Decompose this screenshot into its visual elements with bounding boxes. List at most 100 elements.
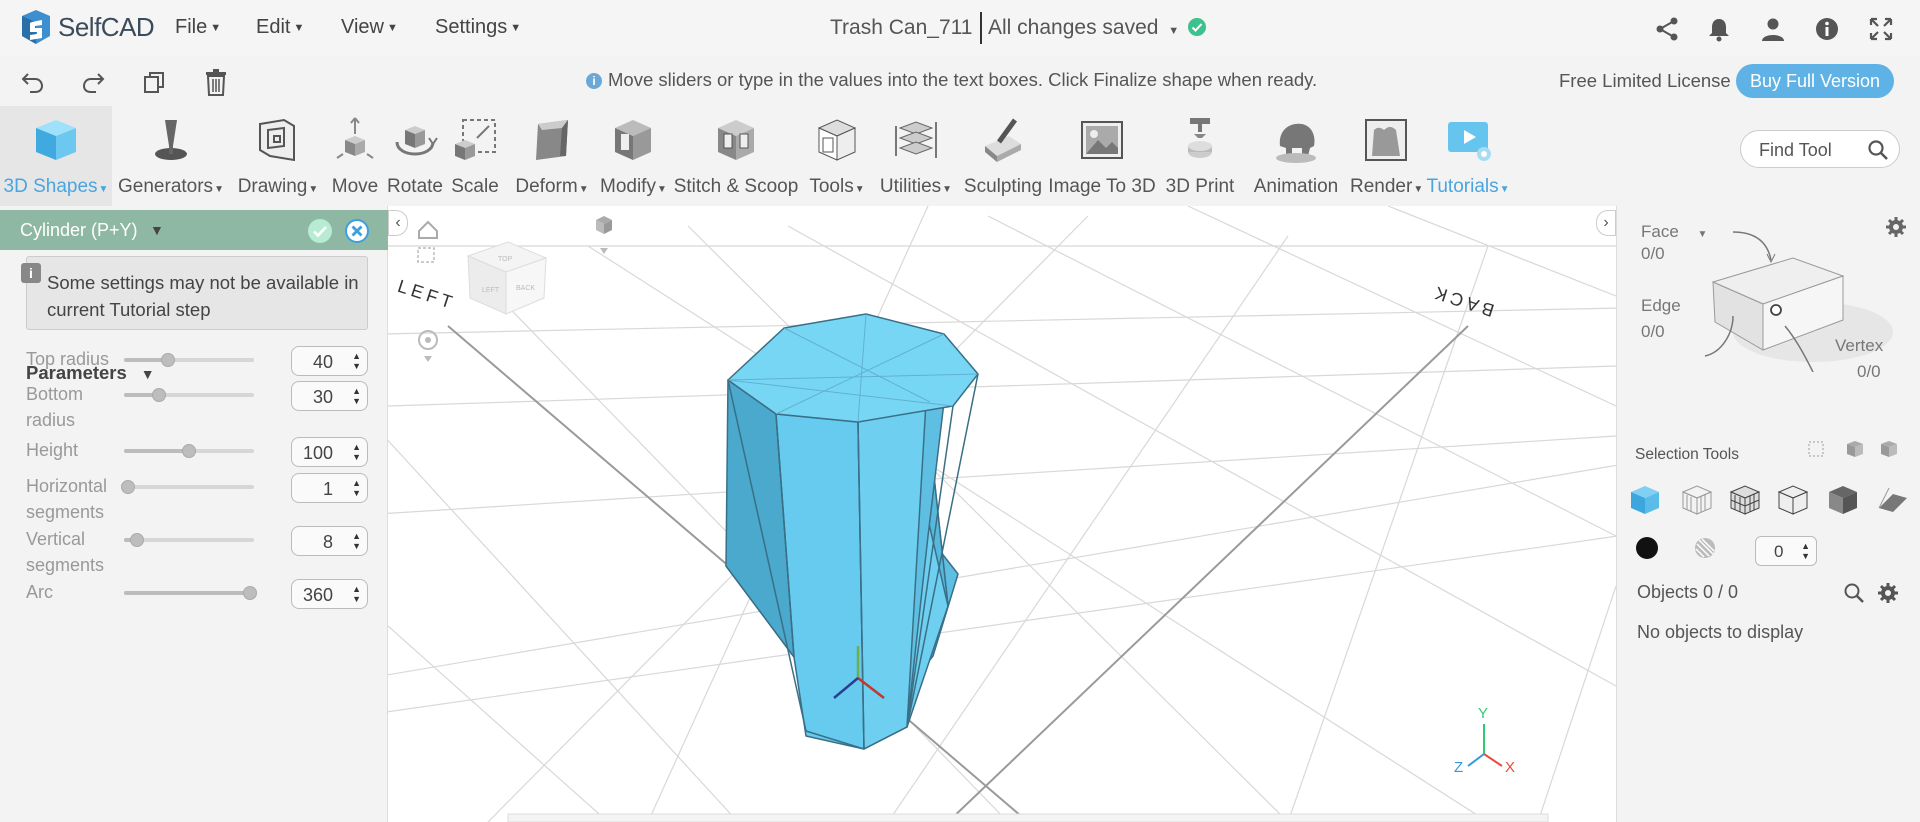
orbit-icon[interactable]: [418, 330, 438, 362]
top-bar: SelfCAD File ▼ Edit ▼ View ▼ Settings ▼ Tras…: [0, 0, 1920, 56]
object-select-icon[interactable]: [1881, 441, 1897, 457]
tool-deform[interactable]: Deform▼: [504, 106, 600, 206]
slider-fill: [124, 591, 254, 595]
menu-view[interactable]: View ▼: [341, 16, 398, 39]
grid-select-icon[interactable]: [1729, 485, 1761, 515]
buy-full-version-button[interactable]: Buy Full Version: [1736, 64, 1894, 98]
copy-icon[interactable]: [142, 70, 166, 94]
info-icon[interactable]: [1814, 16, 1840, 42]
menu-settings[interactable]: Settings ▼: [435, 16, 521, 39]
document-title[interactable]: Trash Can_711: [830, 16, 972, 40]
scene-canvas[interactable]: LEFT BACK TOP LEFT BACK Y X Z: [388, 206, 1616, 822]
param-value-input[interactable]: 8 ▲ ▼: [291, 526, 368, 556]
stepper-icon[interactable]: ▲ ▼: [352, 442, 361, 462]
stepper-icon[interactable]: ▲ ▼: [352, 478, 361, 498]
timeline-strip: [507, 813, 1549, 822]
selection-size-input[interactable]: 0 ▲ ▼: [1755, 536, 1817, 566]
tool-rotate[interactable]: Rotate: [384, 106, 446, 206]
tool-utilities[interactable]: Utilities▼: [868, 106, 964, 206]
tool-label: Drawing▼: [237, 176, 319, 197]
tool-move[interactable]: Move: [326, 106, 384, 206]
plane-select-icon[interactable]: [1878, 487, 1907, 512]
tool-generators[interactable]: Generators▼: [112, 106, 230, 206]
param-value-input[interactable]: 360 ▲ ▼: [291, 579, 368, 609]
tool-sculpting[interactable]: Sculpting: [960, 106, 1046, 206]
texture-swatch-icon[interactable]: [1693, 536, 1717, 560]
tool-tools[interactable]: Tools▼: [806, 106, 868, 206]
3d-viewport[interactable]: LEFT BACK TOP LEFT BACK Y X Z ‹ ›: [388, 206, 1616, 822]
focus-view-icon[interactable]: [417, 247, 435, 263]
slider-handle[interactable]: [129, 533, 144, 547]
view-cube[interactable]: LEFT BACK TOP: [466, 241, 548, 315]
svg-text:BACK: BACK: [516, 285, 535, 292]
stepper-icon: ▲ ▼: [1801, 541, 1810, 561]
app-logo[interactable]: SelfCAD: [18, 8, 155, 46]
slider-handle[interactable]: [243, 586, 257, 600]
tool-animation[interactable]: Animation: [1242, 106, 1350, 206]
face-count: 0/0: [1641, 244, 1665, 263]
redo-icon[interactable]: [80, 70, 106, 94]
tool-scale[interactable]: Scale: [446, 106, 504, 206]
gear-icon[interactable]: [1877, 582, 1899, 604]
bell-icon[interactable]: [1706, 16, 1732, 42]
half-cube-select-icon[interactable]: [1829, 486, 1857, 514]
user-icon[interactable]: [1760, 16, 1786, 42]
slider-handle[interactable]: [121, 480, 135, 494]
home-view-icon[interactable]: [418, 220, 438, 239]
undo-icon[interactable]: [20, 70, 46, 94]
tool-modify[interactable]: Modify▼: [600, 106, 667, 206]
param-value-input[interactable]: 100 ▲ ▼: [291, 437, 368, 467]
face-mode-selector[interactable]: Face ▼: [1641, 222, 1707, 242]
fullscreen-icon[interactable]: [1868, 16, 1894, 42]
tool-3d-print[interactable]: 3D Print: [1158, 106, 1242, 206]
tool-tutorials[interactable]: Tutorials▼: [1422, 106, 1514, 206]
finalize-check-icon[interactable]: [307, 218, 333, 244]
drawing-icon: [254, 116, 302, 164]
slider-handle[interactable]: [182, 444, 196, 458]
color-swatch-icon[interactable]: [1635, 536, 1659, 560]
solid-select-icon[interactable]: [1631, 486, 1659, 514]
param-slider[interactable]: [121, 480, 254, 494]
tool-drawing[interactable]: Drawing▼: [230, 106, 326, 206]
cube-select-icon[interactable]: [1847, 441, 1863, 457]
stepper-icon[interactable]: ▲ ▼: [352, 351, 361, 371]
param-slider[interactable]: [124, 388, 254, 402]
chevron-down-icon[interactable]: ▼: [150, 222, 164, 238]
menu-edit[interactable]: Edit ▼: [256, 16, 304, 39]
x-axis-label: X: [1505, 759, 1515, 776]
tool-image-to-3d[interactable]: Image To 3D: [1046, 106, 1158, 206]
stepper-icon[interactable]: ▲ ▼: [352, 531, 361, 551]
tool-render[interactable]: Render▼: [1350, 106, 1423, 206]
stepper-icon[interactable]: ▲ ▼: [352, 584, 361, 604]
slider-handle[interactable]: [151, 388, 166, 402]
save-status[interactable]: All changes saved ▼: [988, 16, 1207, 40]
search-icon[interactable]: [1867, 139, 1889, 161]
cancel-close-icon[interactable]: [344, 218, 370, 244]
stepper-icon[interactable]: ▲ ▼: [352, 386, 361, 406]
share-icon[interactable]: [1654, 16, 1680, 42]
param-value-input[interactable]: 40 ▲ ▼: [291, 346, 368, 376]
cube-outline-select-icon[interactable]: [1777, 485, 1809, 515]
modify-icon: [609, 116, 657, 164]
tool-stitch-scoop[interactable]: Stitch & Scoop: [666, 106, 806, 206]
trash-icon[interactable]: [204, 68, 228, 96]
scale-icon: [451, 116, 499, 164]
param-slider[interactable]: [124, 444, 254, 458]
collapse-right-panel-icon[interactable]: ›: [1596, 210, 1616, 236]
search-icon[interactable]: [1843, 582, 1865, 604]
chevron-down-icon: ▼: [308, 184, 319, 195]
param-value-input[interactable]: 1 ▲ ▼: [291, 473, 368, 503]
tool-label: Rotate: [387, 176, 443, 197]
param-value-input[interactable]: 30 ▲ ▼: [291, 381, 368, 411]
perspective-toggle-icon[interactable]: [596, 216, 612, 254]
slider-handle[interactable]: [161, 353, 176, 367]
tool-3d-shapes[interactable]: 3D Shapes▼: [0, 106, 112, 206]
param-slider[interactable]: [124, 586, 257, 600]
menu-file[interactable]: File ▼: [175, 16, 221, 39]
param-label: Top radius: [26, 349, 110, 369]
box-select-icon[interactable]: [1808, 441, 1824, 457]
wireframe-select-icon[interactable]: [1681, 485, 1713, 515]
find-tool-search[interactable]: Find Tool: [1740, 130, 1900, 168]
param-slider[interactable]: [124, 533, 254, 547]
param-slider[interactable]: [124, 353, 254, 367]
